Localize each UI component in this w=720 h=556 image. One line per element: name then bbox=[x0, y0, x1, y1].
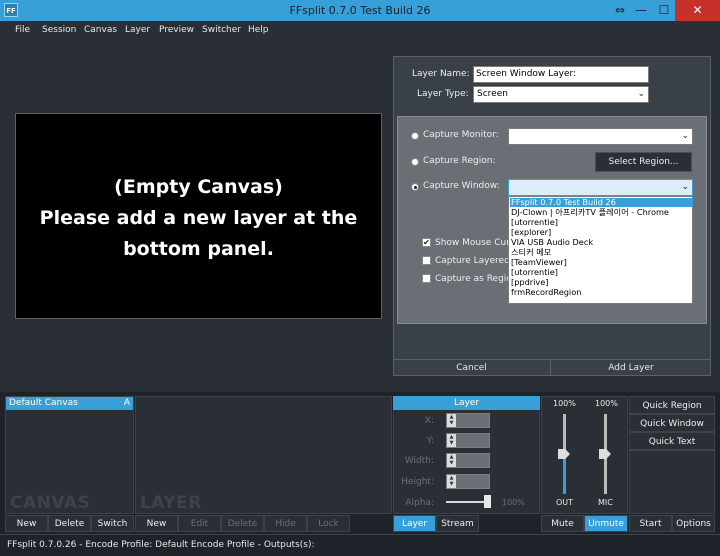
out-volume-fill bbox=[563, 454, 566, 494]
x-spinbox[interactable]: ▲ ▼ bbox=[446, 413, 490, 428]
capture-window-label: Capture Window: bbox=[423, 181, 500, 191]
chevron-down-icon: ⌄ bbox=[681, 131, 689, 141]
delete-canvas-button[interactable]: Delete bbox=[48, 515, 91, 532]
layer-settings-header: Layer bbox=[393, 396, 540, 410]
chevron-down-icon: ⌄ bbox=[681, 182, 689, 192]
out-label: OUT bbox=[556, 498, 574, 507]
height-spinbox[interactable]: ▲ ▼ bbox=[446, 474, 490, 489]
alpha-slider-handle[interactable] bbox=[484, 495, 491, 508]
menu-switcher[interactable]: Switcher bbox=[202, 21, 241, 39]
layer-watermark: LAYER bbox=[140, 493, 202, 513]
menu-layer[interactable]: Layer bbox=[125, 21, 150, 39]
window-option[interactable]: frmRecordRegion bbox=[511, 288, 581, 297]
width-spinbox[interactable]: ▲ ▼ bbox=[446, 453, 490, 468]
window-option[interactable]: DJ-Clown | 아프리카TV 플레이어 - Chrome bbox=[511, 208, 669, 217]
layer-name-label: Layer Name: bbox=[412, 69, 470, 79]
menu-bar: File Session Canvas Layer Preview Switch… bbox=[0, 21, 720, 39]
capture-monitor-radio[interactable] bbox=[411, 132, 419, 140]
spin-arrows-icon[interactable]: ▲ ▼ bbox=[447, 454, 456, 467]
options-button[interactable]: Options bbox=[672, 515, 715, 532]
capture-as-region-checkbox[interactable] bbox=[422, 274, 431, 283]
show-mouse-checkbox[interactable]: ✔ bbox=[422, 238, 431, 247]
window-option[interactable]: 스티커 메모 bbox=[511, 248, 551, 257]
layer-type-select[interactable]: Screen ⌄ bbox=[473, 86, 649, 103]
menu-file[interactable]: File bbox=[15, 21, 30, 39]
menu-canvas[interactable]: Canvas bbox=[84, 21, 117, 39]
window-option[interactable]: [utorrentie] bbox=[511, 218, 558, 227]
window-option[interactable]: [utorrentie] bbox=[511, 268, 558, 277]
add-layer-button[interactable]: Add Layer bbox=[551, 360, 711, 376]
layer-type-label: Layer Type: bbox=[417, 89, 469, 99]
x-label: X: bbox=[424, 416, 434, 426]
empty-canvas-message: (Empty Canvas) Please add a new layer at… bbox=[39, 176, 358, 260]
capture-monitor-select[interactable]: ⌄ bbox=[508, 128, 693, 145]
status-bar: FFsplit 0.7.0.26 - Encode Profile: Defau… bbox=[0, 534, 720, 556]
capture-monitor-label: Capture Monitor: bbox=[423, 130, 499, 140]
quick-text-button[interactable]: Quick Text bbox=[629, 432, 715, 450]
canvas-item-badge: A bbox=[123, 398, 130, 408]
new-layer-button[interactable]: New bbox=[135, 515, 178, 532]
out-level: 100% bbox=[553, 399, 576, 408]
tab-stream[interactable]: Stream bbox=[436, 515, 479, 532]
capture-as-region-label: Capture as Region bbox=[435, 274, 518, 284]
capture-region-label: Capture Region: bbox=[423, 156, 496, 166]
spin-arrows-icon[interactable]: ▲ ▼ bbox=[447, 434, 456, 447]
capture-window-select[interactable]: ⌄ bbox=[508, 179, 693, 196]
unmute-button[interactable]: Unmute bbox=[584, 515, 628, 532]
alpha-label: Alpha: bbox=[405, 498, 434, 508]
maximize-button[interactable]: ☐ bbox=[653, 0, 675, 21]
close-button[interactable]: ✕ bbox=[675, 0, 720, 21]
y-spinbox[interactable]: ▲ ▼ bbox=[446, 433, 490, 448]
menu-help[interactable]: Help bbox=[248, 21, 269, 39]
canvas-item-name: Default Canvas bbox=[9, 398, 78, 408]
layer-type-value: Screen bbox=[477, 89, 508, 99]
width-label: Width: bbox=[404, 456, 434, 466]
window-option[interactable]: VIA USB Audio Deck bbox=[511, 238, 593, 247]
start-button[interactable]: Start bbox=[629, 515, 672, 532]
canvas-watermark: CANVAS bbox=[10, 493, 91, 513]
spin-arrows-icon[interactable]: ▲ ▼ bbox=[447, 475, 456, 488]
audio-panel bbox=[541, 396, 628, 514]
cancel-button[interactable]: Cancel bbox=[393, 360, 551, 376]
capture-layered-checkbox[interactable] bbox=[422, 256, 431, 265]
alpha-value: 100% bbox=[502, 498, 525, 507]
height-label: Height: bbox=[401, 477, 434, 487]
menu-session[interactable]: Session bbox=[42, 21, 76, 39]
edit-layer-button[interactable]: Edit bbox=[178, 515, 221, 532]
switch-canvas-button[interactable]: Switch bbox=[91, 515, 134, 532]
capture-window-dropdown: FFsplit 0.7.0 Test Build 26 DJ-Clown | 아… bbox=[508, 196, 693, 304]
mute-button[interactable]: Mute bbox=[541, 515, 584, 532]
quick-window-button[interactable]: Quick Window bbox=[629, 414, 715, 432]
lock-layer-button[interactable]: Lock bbox=[307, 515, 350, 532]
y-label: Y: bbox=[426, 436, 434, 446]
new-canvas-button[interactable]: New bbox=[5, 515, 48, 532]
capture-window-radio[interactable] bbox=[411, 183, 419, 191]
mic-label: MIC bbox=[598, 498, 613, 507]
quick-region-button[interactable]: Quick Region bbox=[629, 396, 715, 414]
window-option[interactable]: [ppdrive] bbox=[511, 278, 549, 287]
layer-name-input[interactable]: Screen Window Layer: bbox=[473, 66, 649, 83]
chevron-down-icon: ⌄ bbox=[637, 89, 645, 99]
quick-panel-empty bbox=[629, 450, 715, 514]
window-option[interactable]: [TeamViewer] bbox=[511, 258, 567, 267]
minimize-button[interactable]: — bbox=[630, 0, 652, 21]
capture-region-radio[interactable] bbox=[411, 158, 419, 166]
window-option[interactable]: FFsplit 0.7.0 Test Build 26 bbox=[510, 198, 693, 207]
window-option[interactable]: [explorer] bbox=[511, 228, 551, 237]
tab-layer[interactable]: Layer bbox=[393, 515, 436, 532]
canvas-list-item[interactable]: Default Canvas A bbox=[6, 397, 133, 410]
mic-level: 100% bbox=[595, 399, 618, 408]
menu-preview[interactable]: Preview bbox=[159, 21, 194, 39]
select-region-button[interactable]: Select Region... bbox=[595, 152, 692, 172]
spin-arrows-icon[interactable]: ▲ ▼ bbox=[447, 414, 456, 427]
delete-layer-button[interactable]: Delete bbox=[221, 515, 264, 532]
hide-layer-button[interactable]: Hide bbox=[264, 515, 307, 532]
